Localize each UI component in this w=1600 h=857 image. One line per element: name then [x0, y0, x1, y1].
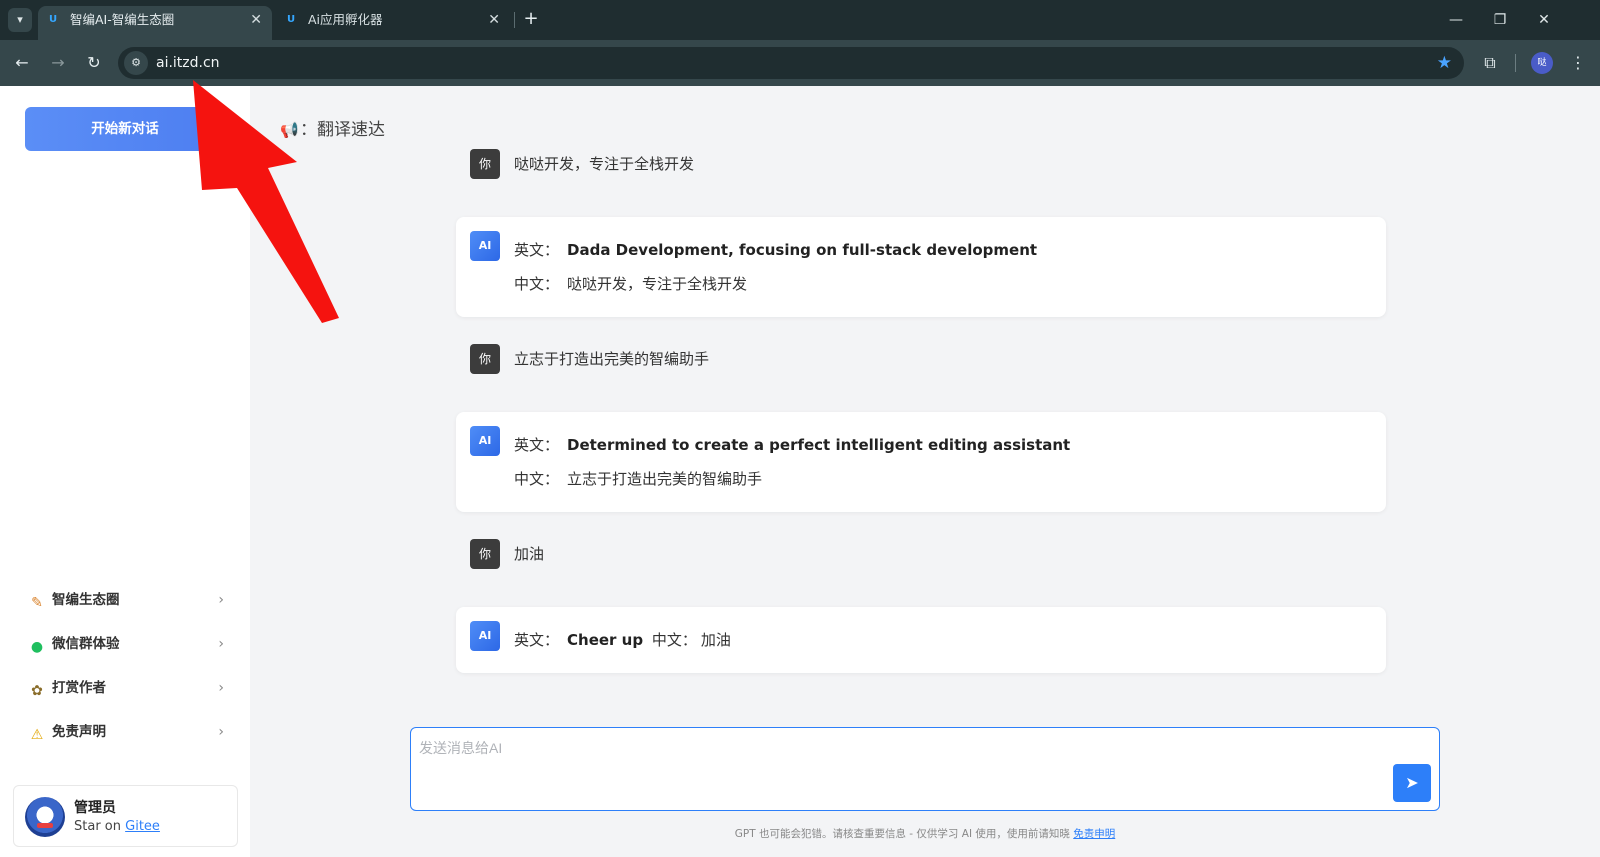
english-text: Dada Development, focusing on full-stack… [567, 241, 1038, 259]
disclaimer-text: GPT 也可能会犯错。请核查重要信息 - 仅供学习 AI 使用，使用前请知晓 [734, 828, 1070, 840]
user-message-text: 哒哒开发，专注于全栈开发 [514, 155, 695, 173]
tab-close-icon[interactable]: ✕ [250, 6, 262, 34]
tab-divider [514, 12, 515, 28]
disclaimer-link[interactable]: 免责申明 [1073, 828, 1115, 840]
message-input[interactable] [419, 736, 1359, 760]
ai-message-card: AI 英文： Determined to create a perfect int… [456, 412, 1386, 512]
chinese-label: 中文： [651, 631, 697, 649]
chinese-text: 加油 [700, 631, 731, 649]
tab-title: 智编AI-智编生态圈 [70, 12, 175, 27]
english-text: Cheer up [567, 631, 644, 649]
back-arrow-icon[interactable]: ← [10, 51, 34, 75]
user-message-text: 加油 [514, 545, 545, 563]
tab-title: Ai应用孵化器 [308, 12, 383, 27]
browser-menu-icon[interactable]: ⋮ [1568, 51, 1588, 75]
sidebar-item-donate[interactable]: ✿ 打赏作者 › [28, 674, 224, 702]
chinese-text: 哒哒开发，专注于全栈开发 [567, 275, 748, 293]
megaphone-icon: 📢 [280, 121, 299, 139]
english-label: 英文： [514, 631, 560, 649]
avatar[interactable] [25, 797, 65, 837]
pencil-icon: ✎ [31, 595, 43, 611]
extensions-puzzle-icon[interactable]: ⧉ [1478, 51, 1502, 75]
browser-tabbar: ▾ U 智编AI-智编生态圈 ✕ U Ai应用孵化器 ✕ + — ❐ ✕ [0, 0, 1600, 40]
user-message-text: 立志于打造出完美的智编助手 [514, 350, 710, 368]
ai-chinese-line: 中文： 哒哒开发，专注于全栈开发 [514, 273, 747, 294]
browser-toolbar: ← → ↻ ⚙ ai.itzd.cn ★ ⧉ 哒 ⋮ [0, 40, 1600, 86]
chat-topic: 📢：翻译速达 [280, 115, 385, 140]
sidebar-item-ecosystem[interactable]: ✎ 智编生态圈 › [28, 586, 224, 614]
toolbar-divider [1515, 54, 1516, 72]
sidebar-item-disclaimer[interactable]: ⚠ 免责声明 › [28, 718, 224, 746]
ai-avatar: AI [470, 426, 500, 456]
new-tab-button[interactable]: + [520, 8, 542, 30]
ai-chinese-line: 中文： 立志于打造出完美的智编助手 [514, 468, 762, 489]
window-close-icon[interactable]: ✕ [1524, 6, 1564, 34]
site-favicon-icon: U [49, 14, 58, 25]
chevron-right-icon: › [218, 592, 224, 608]
user-avatar: 你 [470, 149, 500, 179]
forward-arrow-icon[interactable]: → [46, 51, 70, 75]
chinese-label: 中文： [514, 275, 560, 293]
english-text: Determined to create a perfect intellige… [567, 436, 1071, 454]
user-card: 管理员 Star on Gitee [13, 785, 238, 847]
message-composer: ➤ [410, 727, 1440, 811]
send-button[interactable]: ➤ [1393, 764, 1431, 802]
ai-message-card: AI 英文： Cheer up 中文： 加油 [456, 607, 1386, 673]
restore-icon[interactable]: ❐ [1480, 6, 1520, 34]
tab-search-chevron-icon[interactable]: ▾ [8, 8, 32, 32]
chinese-text: 立志于打造出完美的智编助手 [567, 470, 763, 488]
site-settings-icon[interactable]: ⚙ [124, 51, 148, 75]
gift-icon: ✿ [31, 683, 43, 699]
sidebar-item-wechat[interactable]: ● 微信群体验 › [28, 630, 224, 658]
user-name: 管理员 [74, 800, 116, 816]
sidebar-item-label: 打赏作者 [52, 680, 106, 696]
site-favicon-icon: U [287, 14, 296, 25]
footer-disclaimer: GPT 也可能会犯错。请核查重要信息 - 仅供学习 AI 使用，使用前请知晓 免… [410, 826, 1440, 841]
english-label: 英文： [514, 436, 560, 454]
reload-icon[interactable]: ↻ [82, 51, 106, 75]
chevron-right-icon: › [218, 636, 224, 652]
ai-avatar: AI [470, 621, 500, 651]
ai-combined-line: 英文： Cheer up 中文： 加油 [514, 629, 731, 650]
user-avatar: 你 [470, 539, 500, 569]
english-label: 英文： [514, 241, 560, 259]
wechat-icon: ● [30, 639, 44, 655]
chat-main: 📢：翻译速达 你 哒哒开发，专注于全栈开发 AI 英文： Dada Develop… [250, 86, 1600, 857]
ai-avatar: AI [470, 231, 500, 261]
chevron-right-icon: › [218, 680, 224, 696]
warning-icon: ⚠ [30, 727, 44, 743]
tab-ai-incubator[interactable]: U Ai应用孵化器 ✕ [276, 6, 510, 40]
address-bar[interactable]: ⚙ ai.itzd.cn ★ [118, 47, 1464, 79]
paper-plane-icon: ➤ [1405, 773, 1419, 792]
user-avatar: 你 [470, 344, 500, 374]
url-text[interactable]: ai.itzd.cn [156, 47, 220, 79]
new-chat-button[interactable]: 开始新对话 [25, 107, 225, 151]
ai-english-line: 英文： Determined to create a perfect intell… [514, 434, 1070, 455]
sidebar-item-label: 微信群体验 [52, 636, 120, 652]
topic-title: 翻译速达 [317, 120, 385, 140]
sidebar: 开始新对话 ✎ 智编生态圈 › ● 微信群体验 › ✿ 打赏作者 › ⚠ 免责声明 › … [0, 86, 250, 857]
star-prefix: Star on [74, 819, 121, 834]
topic-separator: ： [300, 120, 317, 140]
profile-avatar[interactable]: 哒 [1531, 52, 1553, 74]
sidebar-item-label: 智编生态圈 [52, 592, 120, 608]
star-on-gitee: Star on Gitee [74, 819, 160, 834]
gitee-link[interactable]: Gitee [125, 819, 160, 834]
bookmark-star-icon[interactable]: ★ [1437, 47, 1452, 79]
ai-english-line: 英文： Dada Development, focusing on full-st… [514, 239, 1037, 260]
chevron-right-icon: › [218, 724, 224, 740]
sidebar-item-label: 免责声明 [52, 724, 106, 740]
tab-close-icon[interactable]: ✕ [488, 6, 500, 34]
minimize-icon[interactable]: — [1436, 6, 1476, 34]
chinese-label: 中文： [514, 470, 560, 488]
tab-zhibian-ai[interactable]: U 智编AI-智编生态圈 ✕ [38, 6, 272, 40]
ai-message-card: AI 英文： Dada Development, focusing on full… [456, 217, 1386, 317]
